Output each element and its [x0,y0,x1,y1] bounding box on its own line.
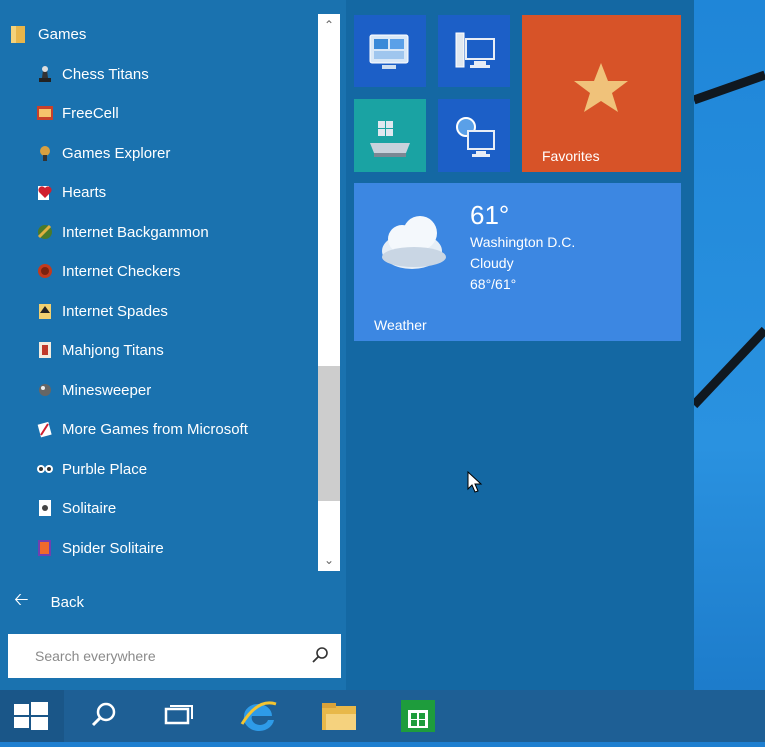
weather-city: Washington D.C. [470,234,576,250]
taskbar-task-view-button[interactable] [150,690,206,742]
scroll-down-arrow-icon[interactable]: ⌄ [318,549,340,571]
weather-condition: Cloudy [470,255,514,271]
mouse-cursor-icon [467,471,483,493]
solitaire-icon [39,500,51,516]
network-icon [456,117,495,157]
tile-control-panel[interactable] [354,15,426,87]
list-item-freecell[interactable]: FreeCell [0,97,300,129]
scroll-up-arrow-icon[interactable]: ⌃ [318,14,340,36]
weather-label: Weather [374,317,427,333]
start-menu: Games Chess Titans FreeCell Games Explor… [0,0,694,690]
spider-solitaire-icon [38,540,51,556]
list-item-internet-spades[interactable]: Internet Spades [0,295,300,327]
internet-explorer-icon [240,701,277,732]
search-box[interactable] [8,634,341,678]
folder-icon [11,26,25,43]
taskbar-store[interactable] [392,690,448,742]
hearts-icon [38,186,52,200]
list-item-minesweeper[interactable]: Minesweeper [0,374,300,406]
weather-range: 68°/61° [470,276,517,292]
games-explorer-icon [40,146,50,161]
search-icon [91,702,116,727]
list-item-spider-solitaire[interactable]: Spider Solitaire [0,532,300,564]
taskbar [0,690,765,742]
taskbar-file-explorer[interactable] [310,690,366,742]
mahjong-icon [39,342,51,358]
tile-network[interactable] [438,99,510,172]
start-button[interactable] [0,690,64,742]
search-input[interactable] [33,642,307,670]
cloud-icon [382,216,446,269]
list-item-mahjong-titans[interactable]: Mahjong Titans [0,334,300,366]
freecell-icon [37,106,53,120]
list-item-solitaire[interactable]: Solitaire [0,492,300,524]
list-item-chess-titans[interactable]: Chess Titans [0,58,300,90]
chess-icon [39,66,51,82]
apps-list-scrollbar[interactable]: ⌃ ⌄ [318,14,340,571]
apps-list: Games Chess Titans FreeCell Games Explor… [0,14,316,570]
folder-games[interactable]: Games [0,20,300,48]
favorites-label: Favorites [542,148,600,164]
scroll-thumb[interactable] [318,366,340,501]
hard-drive-icon [370,121,410,157]
list-item-more-games[interactable]: More Games from Microsoft [0,413,300,445]
control-panel-icon [369,34,409,69]
spades-icon [39,304,51,319]
back-button[interactable]: 🡠 Back [0,586,200,618]
taskbar-internet-explorer[interactable] [230,690,286,742]
all-apps-pane: Games Chess Titans FreeCell Games Explor… [0,0,346,690]
more-games-icon [37,421,52,438]
list-item-purble-place[interactable]: Purble Place [0,453,300,485]
file-explorer-icon [322,703,356,730]
computer-icon [455,32,495,68]
task-view-icon [164,705,193,725]
tile-favorites[interactable]: Favorites [522,15,681,172]
checkers-icon [38,264,52,278]
search-icon[interactable] [311,646,329,664]
list-item-internet-backgammon[interactable]: Internet Backgammon [0,216,300,248]
backgammon-icon [37,224,52,239]
start-icon [14,702,48,730]
back-label: Back [50,593,84,611]
tile-drive[interactable] [354,99,426,172]
purble-place-icon [37,465,53,473]
weather-temperature: 61° [470,200,510,230]
store-icon [401,700,435,732]
folder-label: Games [38,25,87,43]
minesweeper-icon [39,384,51,396]
list-item-hearts[interactable]: Hearts [0,176,300,208]
list-item-games-explorer[interactable]: Games Explorer [0,137,300,169]
list-item-internet-checkers[interactable]: Internet Checkers [0,255,300,287]
tile-weather[interactable]: 61° Washington D.C. Cloudy 68°/61° Weath… [354,183,681,341]
tile-computer[interactable] [438,15,510,87]
back-arrow-icon: 🡠 [14,589,29,609]
taskbar-search-button[interactable] [76,690,132,742]
